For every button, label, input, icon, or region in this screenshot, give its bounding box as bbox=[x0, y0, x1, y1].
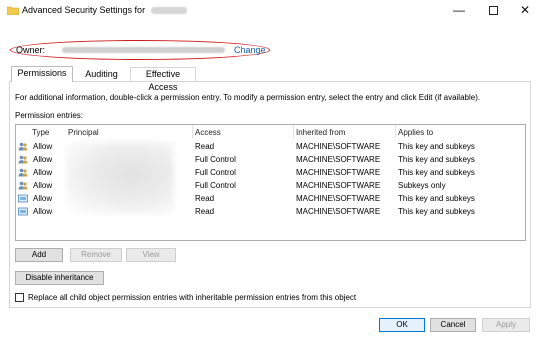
entry-inherited-from: MACHINE\SOFTWARE bbox=[296, 207, 381, 216]
entry-inherited-from: MACHINE\SOFTWARE bbox=[296, 155, 381, 164]
entry-applies-to: This key and subkeys bbox=[398, 155, 475, 164]
tab-effective-access[interactable]: Effective Access bbox=[130, 67, 196, 92]
column-header-inherited-from[interactable]: Inherited from bbox=[296, 128, 345, 137]
entry-type: Allow bbox=[33, 181, 53, 190]
package-icon bbox=[18, 194, 28, 203]
entry-type: Allow bbox=[33, 168, 53, 177]
entry-type: Allow bbox=[33, 155, 53, 164]
entry-inherited-from: MACHINE\SOFTWARE bbox=[296, 181, 381, 190]
package-icon bbox=[18, 207, 28, 216]
entry-access: Full Control bbox=[195, 181, 236, 190]
owner-value-redacted bbox=[62, 47, 225, 53]
entry-applies-to: Subkeys only bbox=[398, 181, 446, 190]
owner-label: Owner: bbox=[16, 45, 46, 55]
entry-access: Read bbox=[195, 194, 215, 203]
change-owner-link[interactable]: Change bbox=[234, 45, 266, 55]
column-header-principal[interactable]: Principal bbox=[68, 128, 99, 137]
entry-access: Full Control bbox=[195, 168, 236, 177]
entry-applies-to: This key and subkeys bbox=[398, 194, 475, 203]
entry-access: Read bbox=[195, 142, 215, 151]
user-group-icon bbox=[18, 181, 28, 190]
entry-inherited-from: MACHINE\SOFTWARE bbox=[296, 194, 381, 203]
folder-icon bbox=[7, 6, 19, 15]
entry-applies-to: This key and subkeys bbox=[398, 168, 475, 177]
window-title: Advanced Security Settings for bbox=[22, 5, 187, 15]
ok-button[interactable]: OK bbox=[379, 318, 425, 332]
column-header-type[interactable]: Type bbox=[32, 128, 49, 137]
column-separator[interactable] bbox=[395, 125, 396, 138]
principal-column-redacted bbox=[66, 142, 174, 214]
permission-entries-label: Permission entries: bbox=[15, 111, 84, 120]
tab-auditing[interactable]: Auditing bbox=[73, 67, 130, 81]
window-title-text: Advanced Security Settings for bbox=[22, 5, 146, 15]
entry-access: Full Control bbox=[195, 155, 236, 164]
tab-permissions[interactable]: Permissions bbox=[11, 66, 73, 82]
user-group-icon bbox=[18, 155, 28, 164]
remove-button[interactable]: Remove bbox=[70, 248, 122, 262]
entry-applies-to: This key and subkeys bbox=[398, 207, 475, 216]
column-separator[interactable] bbox=[192, 125, 193, 138]
entry-inherited-from: MACHINE\SOFTWARE bbox=[296, 142, 381, 151]
cancel-button[interactable]: Cancel bbox=[430, 318, 476, 332]
entry-type: Allow bbox=[33, 207, 53, 216]
redacted-object-name bbox=[150, 7, 187, 15]
replace-child-permissions-option[interactable]: Replace all child object permission entr… bbox=[15, 293, 357, 303]
entry-access: Read bbox=[195, 207, 215, 216]
user-group-icon bbox=[18, 168, 28, 177]
column-header-access[interactable]: Access bbox=[195, 128, 221, 137]
replace-child-permissions-label: Replace all child object permission entr… bbox=[28, 293, 357, 302]
info-text: For additional information, double-click… bbox=[15, 93, 481, 102]
maximize-button[interactable] bbox=[478, 0, 508, 22]
column-separator[interactable] bbox=[293, 125, 294, 138]
entry-type: Allow bbox=[33, 142, 53, 151]
close-button[interactable]: ✕ bbox=[510, 0, 540, 22]
disable-inheritance-button[interactable]: Disable inheritance bbox=[15, 271, 104, 285]
maximize-icon bbox=[488, 6, 498, 16]
minimize-button[interactable]: — bbox=[444, 0, 474, 22]
user-group-icon bbox=[18, 142, 28, 151]
add-button[interactable]: Add bbox=[15, 248, 63, 262]
title-bar: Advanced Security Settings for — ✕ bbox=[0, 0, 540, 22]
replace-child-permissions-checkbox[interactable] bbox=[15, 293, 24, 303]
view-button[interactable]: View bbox=[126, 248, 176, 262]
entry-inherited-from: MACHINE\SOFTWARE bbox=[296, 168, 381, 177]
entry-applies-to: This key and subkeys bbox=[398, 142, 475, 151]
apply-button[interactable]: Apply bbox=[482, 318, 530, 332]
column-header-applies-to[interactable]: Applies to bbox=[398, 128, 433, 137]
list-header: Type Principal Access Inherited from App… bbox=[16, 125, 525, 139]
entry-type: Allow bbox=[33, 194, 53, 203]
